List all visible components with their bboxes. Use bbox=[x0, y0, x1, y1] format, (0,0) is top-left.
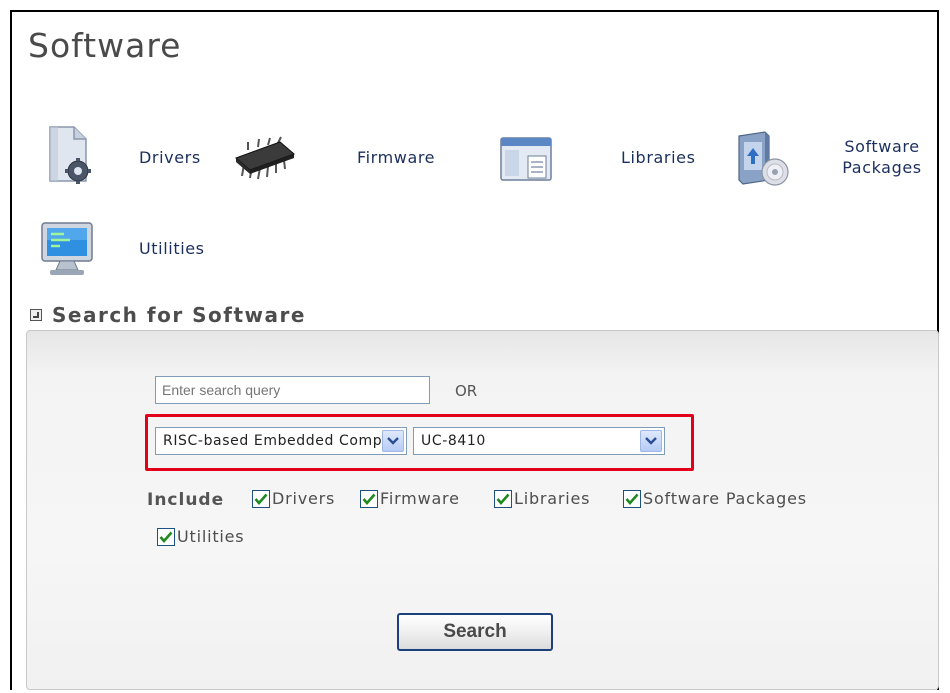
category-label-line2: Packages bbox=[842, 158, 922, 177]
page-title: Software bbox=[28, 26, 182, 65]
include-libraries-checkbox[interactable]: Libraries bbox=[494, 489, 590, 508]
search-button[interactable]: Search bbox=[397, 613, 553, 651]
monitor-icon[interactable] bbox=[38, 220, 100, 282]
checkmark-icon[interactable] bbox=[252, 489, 270, 508]
category-link-firmware[interactable]: Firmware bbox=[357, 147, 435, 168]
product-model-select[interactable]: UC-8410 bbox=[413, 427, 665, 455]
include-option-label: Firmware bbox=[380, 489, 460, 508]
chevron-down-icon[interactable] bbox=[382, 430, 404, 452]
search-query-input[interactable] bbox=[155, 376, 430, 404]
or-separator: OR bbox=[455, 382, 478, 400]
checkmark-icon[interactable] bbox=[623, 489, 641, 508]
include-firmware-checkbox[interactable]: Firmware bbox=[360, 489, 460, 508]
category-label-line1: Software bbox=[844, 137, 920, 156]
software-package-cd-icon[interactable] bbox=[735, 130, 791, 192]
search-section-title: Search for Software bbox=[52, 303, 306, 327]
checkmark-icon[interactable] bbox=[157, 527, 175, 546]
include-label: Include bbox=[147, 490, 225, 510]
include-option-label: Software Packages bbox=[643, 489, 807, 508]
category-link-drivers[interactable]: Drivers bbox=[139, 147, 201, 168]
product-category-select[interactable]: RISC-based Embedded Computers bbox=[155, 427, 407, 455]
category-link-utilities[interactable]: Utilities bbox=[139, 238, 205, 259]
category-link-libraries[interactable]: Libraries bbox=[621, 147, 696, 168]
category-link-software-packages[interactable]: Software Packages bbox=[833, 136, 931, 178]
microchip-icon[interactable] bbox=[232, 136, 298, 184]
collapse-toggle-icon[interactable] bbox=[30, 309, 42, 321]
include-option-label: Drivers bbox=[272, 489, 336, 508]
chevron-down-icon[interactable] bbox=[640, 430, 662, 452]
include-option-label: Libraries bbox=[514, 489, 591, 508]
include-utilities-checkbox[interactable]: Utilities bbox=[157, 527, 244, 546]
product-model-value: UC-8410 bbox=[421, 433, 486, 449]
library-window-icon[interactable] bbox=[500, 136, 554, 186]
include-option-label: Utilities bbox=[177, 527, 245, 546]
product-category-value: RISC-based Embedded Computers bbox=[163, 433, 382, 449]
checkmark-icon[interactable] bbox=[360, 489, 378, 508]
include-drivers-checkbox[interactable]: Drivers bbox=[252, 489, 335, 508]
search-section-header: Search for Software bbox=[30, 303, 306, 327]
include-software-packages-checkbox[interactable]: Software Packages bbox=[623, 489, 807, 508]
checkmark-icon[interactable] bbox=[494, 489, 512, 508]
driver-document-gear-icon[interactable] bbox=[44, 125, 96, 189]
